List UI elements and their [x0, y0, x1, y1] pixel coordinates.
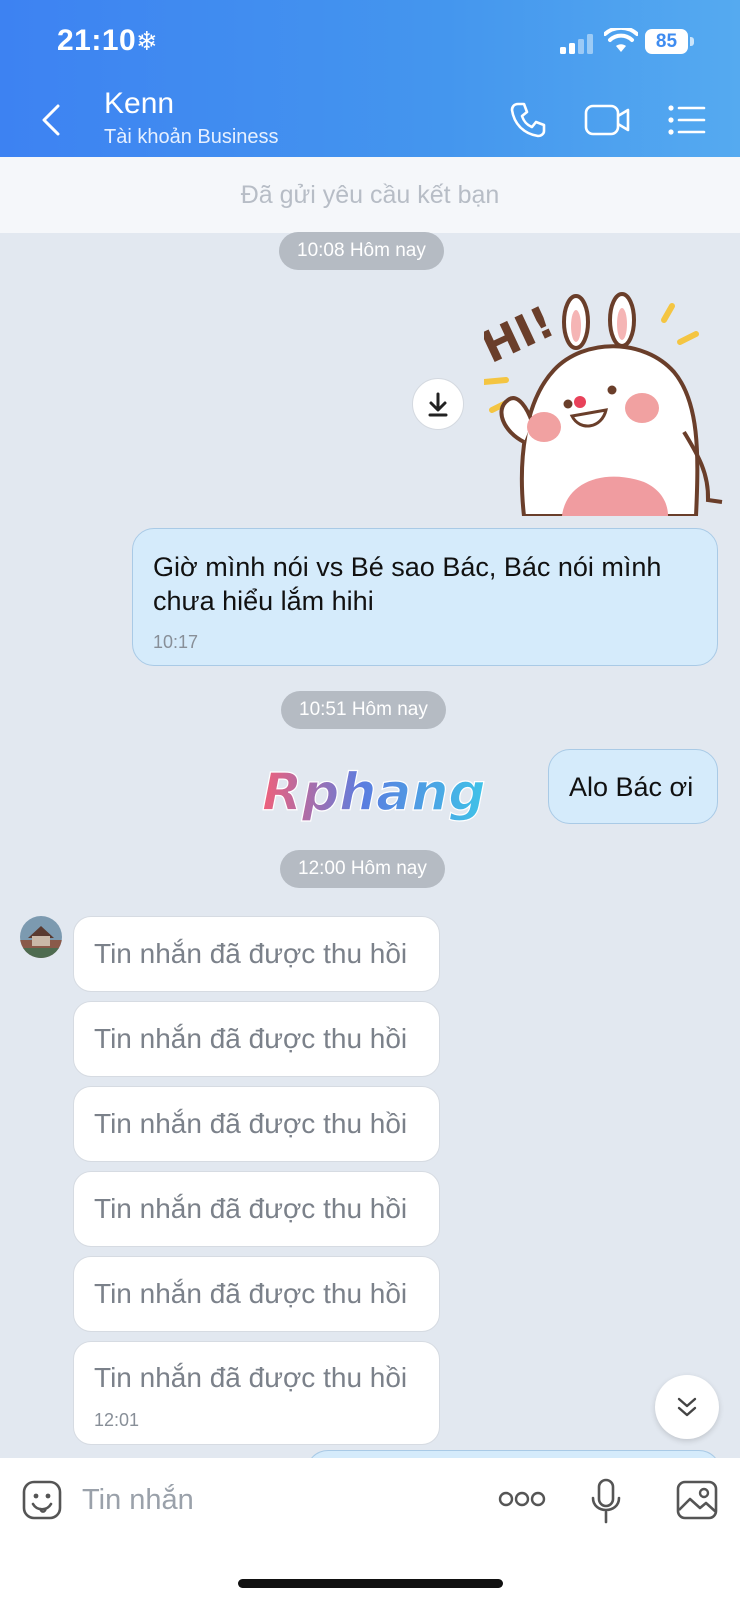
watermark-logo: Rphang [261, 762, 486, 823]
recalled-message[interactable]: Tin nhắn đã được thu hồi 12:01 [73, 1341, 440, 1445]
battery-indicator: 85 [645, 29, 695, 54]
more-icon[interactable] [498, 1490, 546, 1508]
video-icon[interactable] [584, 102, 630, 138]
scroll-to-bottom-button[interactable] [655, 1375, 719, 1439]
recalled-message[interactable]: Tin nhắn đã được thu hồi [73, 916, 440, 992]
chat-header: 21:10 ❄ 85 Kenn Tài khoản Business [0, 0, 740, 157]
mic-icon[interactable] [590, 1478, 622, 1524]
status-time: 21:10 [57, 24, 137, 57]
time-separator: 10:51 Hôm nay [281, 691, 446, 729]
signal-icon [560, 34, 593, 54]
recalled-message[interactable]: Tin nhắn đã được thu hồi [73, 1256, 440, 1332]
emoji-icon[interactable] [22, 1480, 62, 1520]
recalled-message[interactable]: Tin nhắn đã được thu hồi [73, 1086, 440, 1162]
recalled-message[interactable]: Tin nhắn đã được thu hồi [73, 1001, 440, 1077]
friend-request-banner: Đã gửi yêu cầu kết bạn [0, 157, 740, 233]
contact-avatar[interactable] [20, 916, 62, 958]
outgoing-message[interactable]: Giờ mình nói vs Bé sao Bác, Bác nói mình… [132, 528, 718, 666]
chevron-left-icon[interactable] [36, 100, 66, 140]
outgoing-message[interactable]: Alo Bác ơi [548, 749, 718, 824]
message-input[interactable]: Tin nhắn [82, 1484, 194, 1517]
home-indicator[interactable] [238, 1579, 503, 1588]
message-text: Alo Bác ơi [569, 772, 694, 802]
snowflake-icon: ❄ [136, 26, 158, 56]
time-separator: 12:00 Hôm nay [280, 850, 445, 888]
svg-text:Rphang: Rphang [262, 763, 486, 823]
message-text: Giờ mình nói vs Bé sao Bác, Bác nói mình… [153, 552, 662, 616]
download-icon [428, 392, 448, 417]
chevron-down-icon [677, 1397, 697, 1417]
time-separator: 10:08 Hôm nay [279, 232, 444, 270]
contact-subtitle: Tài khoản Business [104, 126, 279, 148]
wifi-icon [604, 28, 638, 52]
contact-name[interactable]: Kenn [104, 87, 174, 121]
message-time: 12:01 [94, 1410, 140, 1430]
sticker-hi-text: HI! [484, 297, 562, 374]
download-button[interactable] [412, 378, 464, 430]
image-icon[interactable] [676, 1480, 718, 1520]
recalled-message[interactable]: Tin nhắn đã được thu hồi [73, 1171, 440, 1247]
svg-text:HI!: HI! [484, 297, 562, 374]
bunny-sticker[interactable]: HI! [484, 292, 724, 516]
phone-icon[interactable] [508, 100, 548, 140]
battery-level: 85 [645, 29, 688, 54]
message-time: 10:17 [153, 632, 199, 652]
menu-icon[interactable] [668, 103, 706, 137]
message-text: Tin nhắn đã được thu hồi [94, 1362, 408, 1393]
